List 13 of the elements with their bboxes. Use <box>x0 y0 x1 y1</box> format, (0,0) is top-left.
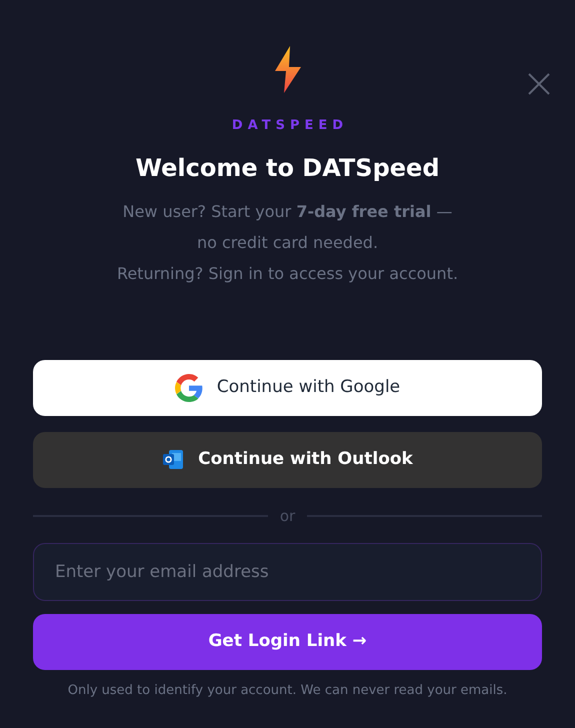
divider-label: or <box>280 506 296 526</box>
get-login-link-button[interactable]: Get Login Link → <box>33 614 542 670</box>
welcome-title: Welcome to DATSpeed <box>134 152 440 184</box>
privacy-note: Only used to identify your account. We can never read your emails. <box>66 682 508 700</box>
google-sign-in-button[interactable]: Continue with Google <box>33 360 542 416</box>
google-icon <box>174 374 203 402</box>
email-field[interactable]: Enter your email address <box>33 543 542 601</box>
intro-text: New user? Start your 7-day free trial — no credit card needed. Returning? Sign in to access your account. <box>116 200 460 284</box>
lightning-icon <box>274 46 302 94</box>
brand-name: DATSPEED <box>230 117 350 135</box>
outlook-sign-in-button[interactable]: Continue with Outlook <box>33 432 542 488</box>
outlook-icon <box>162 448 184 470</box>
close-button[interactable] <box>527 72 551 96</box>
